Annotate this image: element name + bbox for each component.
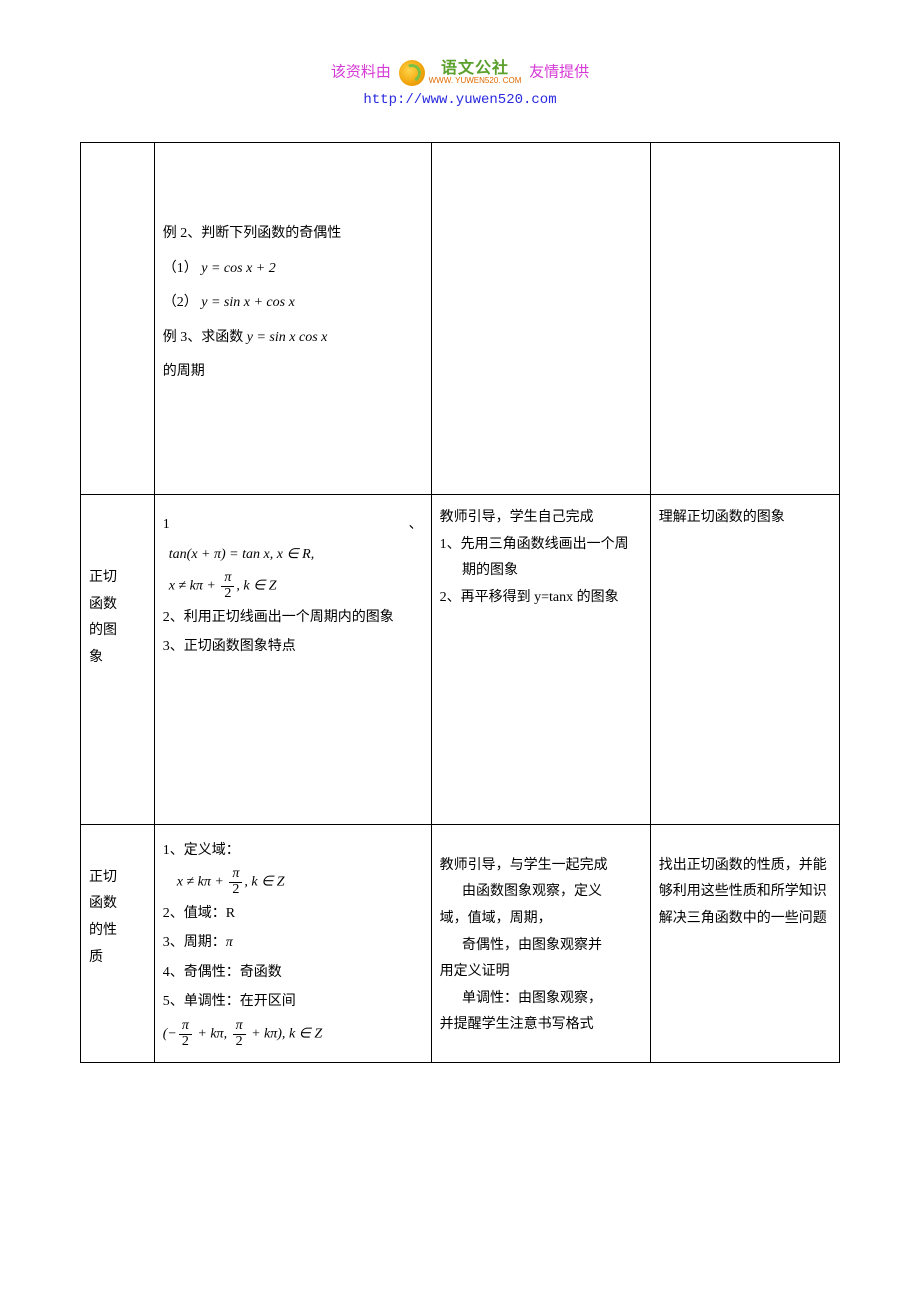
r3-item1-label: 1、定义域： xyxy=(163,838,423,865)
ex2-i1-expr: y = cos x + 2 xyxy=(201,261,276,276)
frac-num: π xyxy=(179,1019,192,1035)
row1-goal-cell xyxy=(650,143,839,495)
logo-english: WWW. YUWEN520. COM xyxy=(429,77,522,85)
site-url: http://www.yuwen520.com xyxy=(80,92,840,108)
frac-den: 2 xyxy=(229,883,242,898)
r3-i3-label: 3、周期： xyxy=(163,935,226,950)
row2-method-cell: 教师引导，学生自己完成 1、先用三角函数线画出一个周期的图象 2、再平移得到 y… xyxy=(431,494,650,824)
r3-i3-val: π xyxy=(226,935,233,950)
frac-num: π xyxy=(233,1019,246,1035)
frac-den: 2 xyxy=(233,1035,246,1050)
r3-item3: 3、周期：π xyxy=(163,930,423,957)
lesson-table: 例 2、判断下列函数的奇偶性 （1） y = cos x + 2 （2） y =… xyxy=(80,142,840,1063)
row2-t4: 象 xyxy=(89,645,146,672)
row3-goal-cell: 找出正切函数的性质，并能够利用这些性质和所学知识解决三角函数中的一些问题 xyxy=(650,824,839,1063)
r2-m-l3: 2、再平移得到 y=tanx 的图象 xyxy=(440,585,642,612)
row1-title-cell xyxy=(81,143,155,495)
row3-t2: 函数 xyxy=(89,891,146,918)
r3-m-l6: 单调性：由图象观察， xyxy=(440,986,642,1013)
header-credit-line: 该资料由 语文公社 WWW. YUWEN520. COM 友情提供 xyxy=(80,60,840,86)
frac-den: 2 xyxy=(221,587,234,602)
frac-num: π xyxy=(221,571,234,587)
r2-i1-dun: 、 xyxy=(409,512,423,539)
r3-m-l1: 教师引导，与学生一起完成 xyxy=(440,853,642,880)
fraction-pi-over-2: π 2 xyxy=(179,1019,192,1049)
credit-right-text: 友情提供 xyxy=(529,64,589,80)
r3-m-l4: 奇偶性，由图象观察并 xyxy=(440,933,642,960)
r3-item1-expr: x ≠ kπ + π 2 , k ∈ Z xyxy=(163,867,423,897)
fraction-pi-over-2: π 2 xyxy=(221,571,234,601)
row2-t2: 函数 xyxy=(89,592,146,619)
r2-m-l1: 教师引导，学生自己完成 xyxy=(440,505,642,532)
ex2-i1-label: （1） xyxy=(163,261,198,276)
r2-i1-expr2: x ≠ kπ + π 2 , k ∈ Z xyxy=(163,571,423,601)
fraction-pi-over-2: π 2 xyxy=(229,867,242,897)
logo-text-stack: 语文公社 WWW. YUWEN520. COM xyxy=(429,61,522,85)
r2-item2: 2、利用正切线画出一个周期内的图象 xyxy=(163,605,423,632)
r3-goal-text: 找出正切函数的性质，并能够利用这些性质和所学知识解决三角函数中的一些问题 xyxy=(659,853,831,933)
r3-m-l5: 用定义证明 xyxy=(440,959,642,986)
row1-content-cell: 例 2、判断下列函数的奇偶性 （1） y = cos x + 2 （2） y =… xyxy=(154,143,431,495)
credit-left-text: 该资料由 xyxy=(331,64,391,80)
row2-goal-cell: 理解正切函数的图象 xyxy=(650,494,839,824)
row3-content-cell: 1、定义域： x ≠ kπ + π 2 , k ∈ Z 2、值域：R 3、周期：… xyxy=(154,824,431,1063)
row3-t1: 正切 xyxy=(89,865,146,892)
document-page: 该资料由 语文公社 WWW. YUWEN520. COM 友情提供 http:/… xyxy=(0,0,920,1103)
row3-method-cell: 教师引导，与学生一起完成 由函数图象观察，定义 域，值域，周期， 奇偶性，由图象… xyxy=(431,824,650,1063)
ex3-prefix: 例 3、求函数 xyxy=(163,330,247,345)
r3-item4: 4、奇偶性：奇函数 xyxy=(163,960,423,987)
example2-title: 例 2、判断下列函数的奇偶性 xyxy=(163,221,423,248)
row2-t1: 正切 xyxy=(89,565,146,592)
row3-title-cell: 正切 函数 的性 质 xyxy=(81,824,155,1063)
r2-i1-num: 1 xyxy=(163,512,170,539)
logo-swirl-icon xyxy=(399,60,425,86)
r2-item3: 3、正切函数图象特点 xyxy=(163,634,423,661)
r3-m-l3: 域，值域，周期， xyxy=(440,906,642,933)
example3-suffix: 的周期 xyxy=(163,359,423,386)
row3-t3: 的性 xyxy=(89,918,146,945)
frac-den: 2 xyxy=(179,1035,192,1050)
row2-content-cell: 1 、 tan(x + π) = tan x, x ∈ R, x ≠ kπ + … xyxy=(154,494,431,824)
row2-t3: 的图 xyxy=(89,618,146,645)
r3-m-l7: 并提醒学生注意书写格式 xyxy=(440,1012,642,1039)
example2-item1: （1） y = cos x + 2 xyxy=(163,256,423,283)
table-row: 正切 函数 的图 象 1 、 tan(x + π) = tan x, x ∈ R… xyxy=(81,494,840,824)
example2-item2: （2） y = sin x + cos x xyxy=(163,290,423,317)
logo-chinese: 语文公社 xyxy=(429,61,522,77)
site-logo: 语文公社 WWW. YUWEN520. COM xyxy=(399,60,522,86)
row2-title-cell: 正切 函数 的图 象 xyxy=(81,494,155,824)
r2-item1-head: 1 、 xyxy=(163,512,423,539)
r2-i1-expr1: tan(x + π) = tan x, x ∈ R, xyxy=(163,542,423,569)
r3-item5-label: 5、单调性：在开区间 xyxy=(163,989,423,1016)
table-row: 例 2、判断下列函数的奇偶性 （1） y = cos x + 2 （2） y =… xyxy=(81,143,840,495)
ex2-i2-expr: y = sin x + cos x xyxy=(201,295,295,310)
example3-line: 例 3、求函数 y = sin x cos x xyxy=(163,325,423,352)
r3-m-l2: 由函数图象观察，定义 xyxy=(440,879,642,906)
row3-t4: 质 xyxy=(89,945,146,972)
table-row: 正切 函数 的性 质 1、定义域： x ≠ kπ + π 2 , k ∈ Z 2… xyxy=(81,824,840,1063)
r3-item2: 2、值域：R xyxy=(163,901,423,928)
ex3-expr: y = sin x cos x xyxy=(247,330,328,345)
r2-m-l2: 1、先用三角函数线画出一个周期的图象 xyxy=(440,532,642,585)
r3-item5-expr: (− π 2 + kπ, π 2 + kπ), k ∈ Z xyxy=(163,1019,423,1049)
frac-num: π xyxy=(229,867,242,883)
fraction-pi-over-2: π 2 xyxy=(233,1019,246,1049)
ex2-i2-label: （2） xyxy=(163,295,198,310)
row1-method-cell xyxy=(431,143,650,495)
